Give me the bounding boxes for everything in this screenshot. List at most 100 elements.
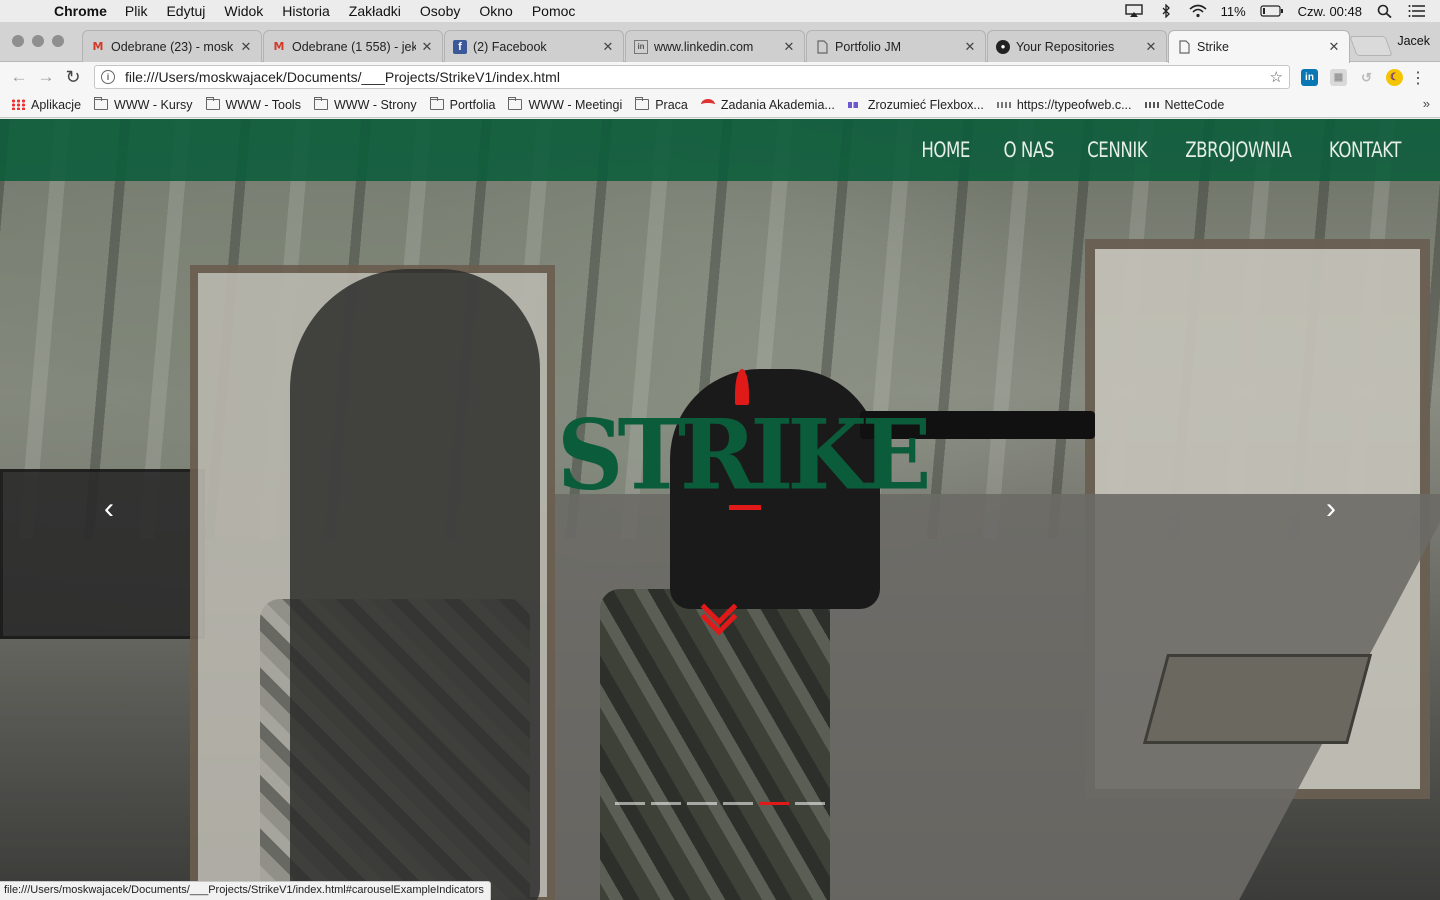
bookmarks-overflow-icon[interactable]: »: [1423, 96, 1430, 111]
bookmark-www-strony[interactable]: WWW - Strony: [313, 97, 417, 112]
apps-grid-icon: [11, 99, 25, 110]
folder-icon: [313, 97, 328, 110]
tab-title: Odebrane (1 558) - jek: [292, 39, 416, 54]
bookmark-portfolia[interactable]: Portfolia: [429, 97, 495, 112]
tab-github[interactable]: ● Your Repositories ✕: [987, 30, 1167, 62]
tab-title: Portfolio JM: [835, 39, 901, 54]
gmail-icon: M: [273, 40, 285, 53]
bluetooth-icon[interactable]: [1157, 4, 1175, 18]
tab-strike[interactable]: Strike ✕: [1168, 30, 1350, 63]
bookmark-zadania[interactable]: Zadania Akademia...: [700, 98, 835, 112]
menu-osoby[interactable]: Osoby: [420, 3, 460, 19]
nav-cennik[interactable]: CENNIK: [1087, 138, 1148, 162]
document-icon: [815, 39, 829, 54]
bookmark-praca[interactable]: Praca: [635, 97, 688, 112]
extension-icon[interactable]: ▦: [1330, 69, 1347, 86]
nav-o-nas[interactable]: O NAS: [1003, 138, 1054, 162]
close-icon[interactable]: ✕: [963, 39, 977, 55]
close-icon[interactable]: ✕: [420, 39, 434, 55]
scroll-down-chevron-icon[interactable]: [700, 588, 740, 638]
web-page: HOME O NAS CENNIK ZBROJOWNIA KONTAKT STR…: [0, 119, 1440, 900]
tab-linkedin[interactable]: in www.linkedin.com ✕: [625, 30, 805, 62]
close-icon[interactable]: ✕: [1144, 39, 1158, 55]
address-url[interactable]: file:///Users/moskwajacek/Documents/___P…: [125, 69, 1270, 85]
info-icon[interactable]: i: [101, 70, 115, 84]
tab-title: Your Repositories: [1016, 39, 1115, 54]
logo-underline: [729, 505, 761, 510]
close-icon[interactable]: ✕: [782, 39, 796, 55]
menu-pomoc[interactable]: Pomoc: [532, 3, 576, 19]
menu-plik[interactable]: Plik: [125, 3, 148, 19]
forward-button[interactable]: →: [35, 66, 57, 88]
moon-extension-icon[interactable]: ☾: [1386, 69, 1403, 86]
nav-home[interactable]: HOME: [922, 138, 971, 162]
status-bar: file:///Users/moskwajacek/Documents/___P…: [0, 881, 491, 900]
wifi-icon[interactable]: [1189, 4, 1207, 18]
tab-title: www.linkedin.com: [654, 39, 754, 54]
carousel-next-button[interactable]: ›: [1316, 492, 1346, 525]
bookmark-apps[interactable]: Aplikacje: [11, 98, 81, 112]
carousel-indicator[interactable]: [795, 802, 825, 805]
carousel-indicators: [615, 802, 825, 805]
bookmark-www-kursy[interactable]: WWW - Kursy: [94, 97, 193, 112]
menu-historia[interactable]: Historia: [282, 3, 329, 19]
tab-title: (2) Facebook: [473, 39, 547, 54]
chrome-menu-icon[interactable]: ⋮: [1410, 68, 1426, 88]
bookmark-label: WWW - Kursy: [114, 97, 193, 112]
menu-edytuj[interactable]: Edytuj: [166, 3, 205, 19]
carousel-indicator[interactable]: [759, 802, 789, 805]
carousel-indicator[interactable]: [615, 802, 645, 805]
bookmark-label: WWW - Strony: [333, 97, 417, 112]
linkedin-extension-icon[interactable]: in: [1301, 69, 1318, 86]
menu-app-name[interactable]: Chrome: [54, 3, 107, 19]
bookmark-www-tools[interactable]: WWW - Tools: [205, 97, 301, 112]
tab-gmail-2[interactable]: M Odebrane (1 558) - jek ✕: [263, 30, 443, 62]
close-icon[interactable]: ✕: [601, 39, 615, 55]
bookmark-www-meetingi[interactable]: WWW - Meetingi: [508, 97, 623, 112]
reload-button[interactable]: ↻: [62, 66, 84, 88]
menu-okno[interactable]: Okno: [479, 3, 512, 19]
menu-zakladki[interactable]: Zakładki: [349, 3, 401, 19]
extension-icon[interactable]: ↺: [1358, 69, 1375, 86]
bookmark-label: https://typeofweb.c...: [1016, 97, 1132, 112]
minimize-window-button[interactable]: [32, 35, 44, 47]
spotlight-search-icon[interactable]: [1376, 4, 1394, 18]
nav-kontakt[interactable]: KONTAKT: [1329, 138, 1401, 162]
tab-portfolio[interactable]: Portfolio JM ✕: [806, 30, 986, 62]
strike-logo: STRIKE: [557, 369, 931, 514]
carousel-prev-button[interactable]: ‹: [94, 492, 124, 525]
menu-widok[interactable]: Widok: [224, 3, 263, 19]
tab-title: Strike: [1197, 40, 1229, 54]
nav-zbrojownia[interactable]: ZBROJOWNIA: [1185, 138, 1292, 162]
profile-button[interactable]: Jacek: [1397, 34, 1430, 48]
close-icon[interactable]: ✕: [1327, 39, 1341, 55]
notification-center-icon[interactable]: [1408, 4, 1426, 18]
battery-icon[interactable]: [1260, 4, 1284, 18]
linkedin-icon: in: [634, 39, 648, 54]
browser-toolbar: ← → ↻ i file:///Users/moskwajacek/Docume…: [0, 62, 1440, 92]
zoom-window-button[interactable]: [52, 35, 64, 47]
bookmark-typeofweb[interactable]: https://typeofweb.c...: [996, 97, 1132, 112]
address-bar[interactable]: i file:///Users/moskwajacek/Documents/__…: [94, 65, 1290, 89]
instructor-figure: [290, 269, 540, 900]
battery-percent: 11%: [1220, 3, 1246, 19]
close-icon[interactable]: ✕: [239, 39, 253, 55]
tab-gmail-1[interactable]: M Odebrane (23) - mosk ✕: [82, 30, 262, 62]
airplay-icon[interactable]: [1124, 4, 1143, 18]
bookmark-nettecode[interactable]: NetteCode: [1144, 98, 1224, 112]
bookmark-flexbox[interactable]: Zrozumieć Flexbox...: [847, 98, 984, 112]
back-button[interactable]: ←: [8, 66, 30, 88]
carousel-indicator[interactable]: [723, 802, 753, 805]
clock[interactable]: Czw. 00:48: [1298, 4, 1362, 19]
carousel-indicator[interactable]: [687, 802, 717, 805]
window-controls: [12, 35, 64, 47]
new-tab-button[interactable]: [1349, 36, 1393, 56]
tab-facebook[interactable]: f (2) Facebook ✕: [444, 30, 624, 62]
ammo-crate: [1142, 654, 1373, 744]
carousel-indicator[interactable]: [651, 802, 681, 805]
bookmark-label: WWW - Meetingi: [528, 97, 623, 112]
folder-icon: [94, 97, 109, 110]
close-window-button[interactable]: [12, 35, 24, 47]
bookmark-label: WWW - Tools: [225, 97, 301, 112]
bookmark-star-icon[interactable]: ☆: [1270, 68, 1283, 86]
